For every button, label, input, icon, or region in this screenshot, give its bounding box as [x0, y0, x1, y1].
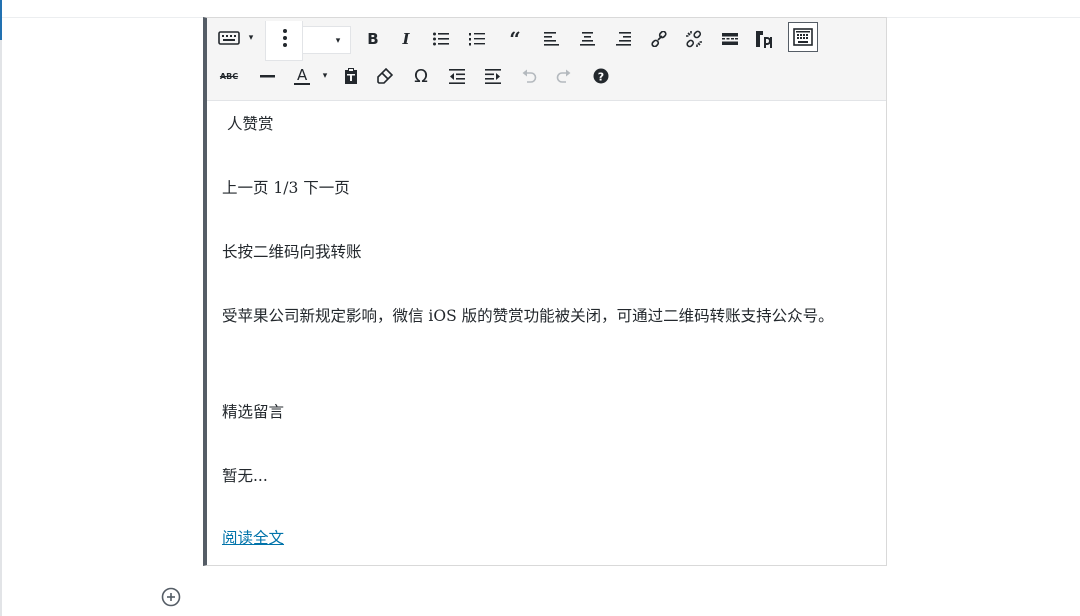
clear-formatting-button[interactable]	[373, 61, 397, 91]
left-edge	[0, 0, 2, 616]
bulleted-list-button[interactable]	[429, 24, 453, 54]
special-character-icon: Ω	[414, 65, 428, 87]
remove-link-icon	[686, 30, 702, 48]
increase-indent-button[interactable]	[481, 61, 505, 91]
strikethrough-button[interactable]: ABC	[217, 61, 241, 91]
read-more-paragraph: 阅读全文	[222, 522, 284, 554]
insert-read-more-icon	[722, 33, 738, 45]
help-icon: ?	[593, 68, 609, 84]
left-edge-highlight	[0, 0, 2, 40]
redo-button[interactable]	[552, 61, 576, 91]
decrease-indent-button[interactable]	[445, 61, 469, 91]
content-paragraph: 受苹果公司新规定影响，微信 iOS 版的赞赏功能被关闭，可通过二维码转账支持公众…	[222, 307, 834, 325]
content-line: 长按二维码向我转账	[222, 243, 362, 261]
top-bar	[0, 0, 1080, 18]
align-left-icon	[543, 32, 559, 46]
editor-toolbar: ▾ ▾ B I “ ABC A ▾ Ω ?	[207, 18, 886, 101]
numbered-list-button[interactable]	[465, 24, 489, 54]
keyboard-mode-icon	[215, 23, 243, 53]
insert-link-button[interactable]	[647, 24, 671, 54]
italic-icon: I	[402, 30, 410, 48]
paste-text-button[interactable]	[339, 61, 363, 91]
insert-read-more-button[interactable]	[718, 24, 742, 54]
decrease-indent-icon	[449, 68, 465, 84]
classic-editor-block[interactable]: ▾ ▾ B I “ ABC A ▾ Ω ? 人赞赏 上一页 1/3 下一页 长按…	[203, 17, 887, 566]
undo-icon	[522, 69, 537, 83]
svg-text:A: A	[297, 66, 308, 84]
editor-mode-switch[interactable]: ▾	[211, 21, 263, 55]
horizontal-line-icon	[259, 75, 275, 78]
remove-link-button[interactable]	[682, 24, 706, 54]
insert-link-icon	[651, 31, 667, 47]
pagination-line: 上一页 1/3 下一页	[222, 179, 350, 197]
text-color-button[interactable]: A	[289, 61, 315, 91]
blockquote-button[interactable]: “	[503, 24, 527, 54]
paragraph-format-select[interactable]: ▾	[303, 26, 351, 54]
align-right-icon	[615, 32, 631, 46]
bold-button[interactable]: B	[362, 24, 384, 54]
text-color-caret-icon[interactable]: ▾	[317, 61, 333, 91]
toolbar-toggle-icon	[793, 28, 813, 46]
increase-indent-icon	[485, 68, 501, 84]
bold-icon: B	[367, 30, 379, 48]
special-character-button[interactable]: Ω	[409, 61, 433, 91]
format-caret-icon: ▾	[335, 36, 341, 46]
more-options-icon	[270, 23, 300, 53]
strikethrough-icon: ABC	[219, 71, 239, 81]
mode-caret-icon: ▾	[248, 33, 254, 43]
paste-as-text-button[interactable]	[753, 24, 777, 54]
blockquote-icon: “	[509, 27, 521, 51]
read-full-article-link[interactable]: 阅读全文	[222, 529, 284, 547]
add-block-button[interactable]	[160, 586, 182, 608]
text-color-icon: A	[294, 66, 310, 85]
italic-button[interactable]: I	[395, 24, 417, 54]
undo-button[interactable]	[517, 61, 541, 91]
redo-icon	[556, 69, 571, 83]
help-button[interactable]: ?	[589, 61, 613, 91]
toolbar-toggle-button[interactable]	[788, 22, 818, 52]
section-heading: 精选留言	[222, 403, 285, 421]
svg-text:?: ?	[598, 70, 604, 83]
align-center-icon	[579, 32, 595, 46]
more-options-button[interactable]	[265, 21, 303, 61]
content-line: 人赞赏	[227, 115, 274, 133]
bulleted-list-icon	[433, 32, 449, 46]
paste-text-icon	[345, 68, 357, 84]
align-left-button[interactable]	[539, 24, 563, 54]
align-right-button[interactable]	[611, 24, 635, 54]
clear-formatting-icon	[377, 68, 393, 84]
numbered-list-icon	[469, 33, 485, 46]
content-line: 暂无...	[222, 467, 268, 485]
plus-circle-icon	[161, 587, 181, 607]
paste-as-text-icon	[756, 31, 772, 48]
horizontal-line-button[interactable]	[255, 61, 279, 91]
align-center-button[interactable]	[575, 24, 599, 54]
